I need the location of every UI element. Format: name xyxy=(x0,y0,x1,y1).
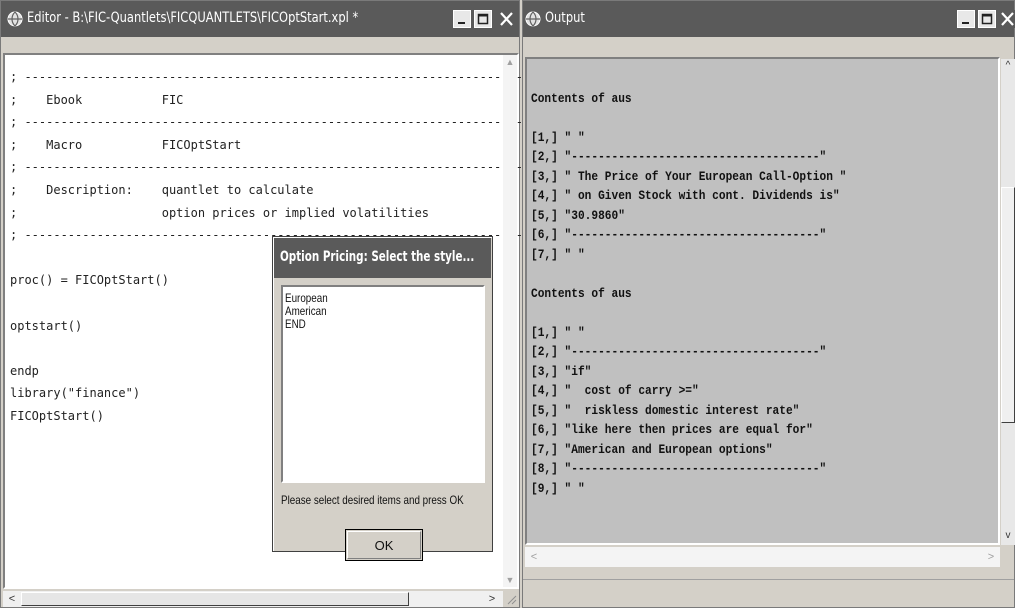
close-icon xyxy=(1001,12,1014,26)
code-line: endp xyxy=(10,363,39,378)
output-line: Contents of aus xyxy=(531,285,632,301)
output-close-button[interactable] xyxy=(999,10,1015,28)
scroll-down-arrow-icon[interactable]: v xyxy=(1001,529,1015,543)
code-line: ; option prices or implied volatilities xyxy=(10,205,430,220)
code-line: ; Macro FICOptStart xyxy=(10,137,242,152)
xplore-globe-icon xyxy=(7,11,23,27)
editor-horizontal-scrollbar[interactable]: < > xyxy=(3,591,503,607)
output-line: [5,] " riskless domestic interest rate" xyxy=(531,402,800,418)
code-line: optstart() xyxy=(10,318,83,333)
scroll-down-arrow-icon[interactable]: ▼ xyxy=(503,573,517,587)
editor-title: Editor - B:\FIC-Quantlets\FICQUANTLETS\F… xyxy=(27,10,359,26)
output-line: [2,] "----------------------------------… xyxy=(531,149,827,164)
style-option[interactable]: European xyxy=(285,291,328,305)
output-titlebar[interactable]: Output xyxy=(523,1,1015,37)
scroll-up-arrow-icon[interactable]: ^ xyxy=(1001,59,1015,73)
output-vertical-scroll-thumb[interactable] xyxy=(1001,187,1015,423)
code-line: ; Ebook FIC xyxy=(10,92,184,107)
maximize-icon xyxy=(981,13,993,25)
output-line: [6,] "like here then prices are equal fo… xyxy=(531,422,813,437)
editor-horizontal-scroll-thumb[interactable] xyxy=(21,592,409,606)
output-status-divider xyxy=(523,579,1014,580)
output-line: [4,] " on Given Stock with cont. Dividen… xyxy=(531,188,840,203)
editor-minimize-button[interactable] xyxy=(453,10,471,28)
scroll-left-arrow-icon[interactable]: < xyxy=(5,592,19,606)
output-text-area[interactable]: Contents of aus [1,] " " [2,] "-----------… xyxy=(525,57,1000,545)
editor-maximize-button[interactable] xyxy=(474,10,492,28)
maximize-icon xyxy=(477,13,489,25)
scroll-left-arrow-icon[interactable]: < xyxy=(527,550,541,564)
output-line: [5,] "30.9860" xyxy=(531,207,625,223)
code-line: ; --------------------------------------… xyxy=(10,160,531,175)
output-line: [1,] " " xyxy=(531,324,585,340)
output-line: [3,] "if" xyxy=(531,363,592,379)
style-option[interactable]: American xyxy=(285,304,327,318)
ok-button-face: OK xyxy=(347,531,421,559)
output-vertical-scrollbar[interactable]: ^ v xyxy=(1001,59,1015,545)
scroll-right-arrow-icon[interactable]: > xyxy=(984,550,998,564)
editor-vertical-scrollbar[interactable]: ▲ ▼ xyxy=(503,55,517,587)
style-option[interactable]: END xyxy=(285,317,306,331)
code-line: ; --------------------------------------… xyxy=(10,70,531,84)
code-line: proc() = FICOptStart() xyxy=(10,273,169,288)
output-line: Contents of aus xyxy=(531,90,632,106)
output-line: [2,] "----------------------------------… xyxy=(531,344,827,359)
ok-button[interactable]: OK xyxy=(345,529,423,561)
scroll-right-arrow-icon[interactable]: > xyxy=(485,592,499,606)
output-line: [8,] "----------------------------------… xyxy=(531,461,827,476)
dialog-titlebar[interactable]: Option Pricing: Select the style... xyxy=(274,238,491,278)
xplore-globe-icon xyxy=(525,11,541,27)
output-window: Output Contents of aus [1,] " " [2,] "----… xyxy=(522,0,1015,608)
output-line: [6,] "----------------------------------… xyxy=(531,227,827,242)
output-line: [9,] " " xyxy=(531,480,585,496)
editor-close-button[interactable] xyxy=(496,10,518,28)
dialog-prompt: Please select desired items and press OK xyxy=(281,493,464,507)
code-line: FICOptStart() xyxy=(10,409,104,423)
output-minimize-button[interactable] xyxy=(957,10,975,28)
style-listbox[interactable]: European American END xyxy=(281,285,485,483)
output-line: [1,] " " xyxy=(531,129,585,145)
close-icon xyxy=(500,12,513,26)
resize-grip-icon[interactable] xyxy=(505,593,517,605)
minimize-icon xyxy=(962,22,969,24)
output-line: [3,] " The Price of Your European Call-O… xyxy=(531,168,847,184)
scroll-up-arrow-icon[interactable]: ▲ xyxy=(503,55,517,69)
output-line: [7,] "American and European options" xyxy=(531,441,773,457)
code-line: ; Description: quantlet to calculate xyxy=(10,183,314,197)
editor-titlebar[interactable]: Editor - B:\FIC-Quantlets\FICQUANTLETS\F… xyxy=(1,1,519,37)
dialog-title: Option Pricing: Select the style... xyxy=(280,249,475,265)
output-horizontal-scrollbar[interactable]: < > xyxy=(525,547,1000,567)
output-title: Output xyxy=(545,10,585,26)
code-line: library("finance") xyxy=(10,386,141,401)
ok-button-label: OK xyxy=(374,537,394,553)
output-line: [4,] " cost of carry >=" xyxy=(531,383,699,398)
minimize-icon xyxy=(458,22,465,24)
code-line: ; --------------------------------------… xyxy=(10,115,531,130)
output-maximize-button[interactable] xyxy=(978,10,996,28)
output-line: [7,] " " xyxy=(531,246,585,262)
option-pricing-dialog: Option Pricing: Select the style... Euro… xyxy=(272,236,493,561)
